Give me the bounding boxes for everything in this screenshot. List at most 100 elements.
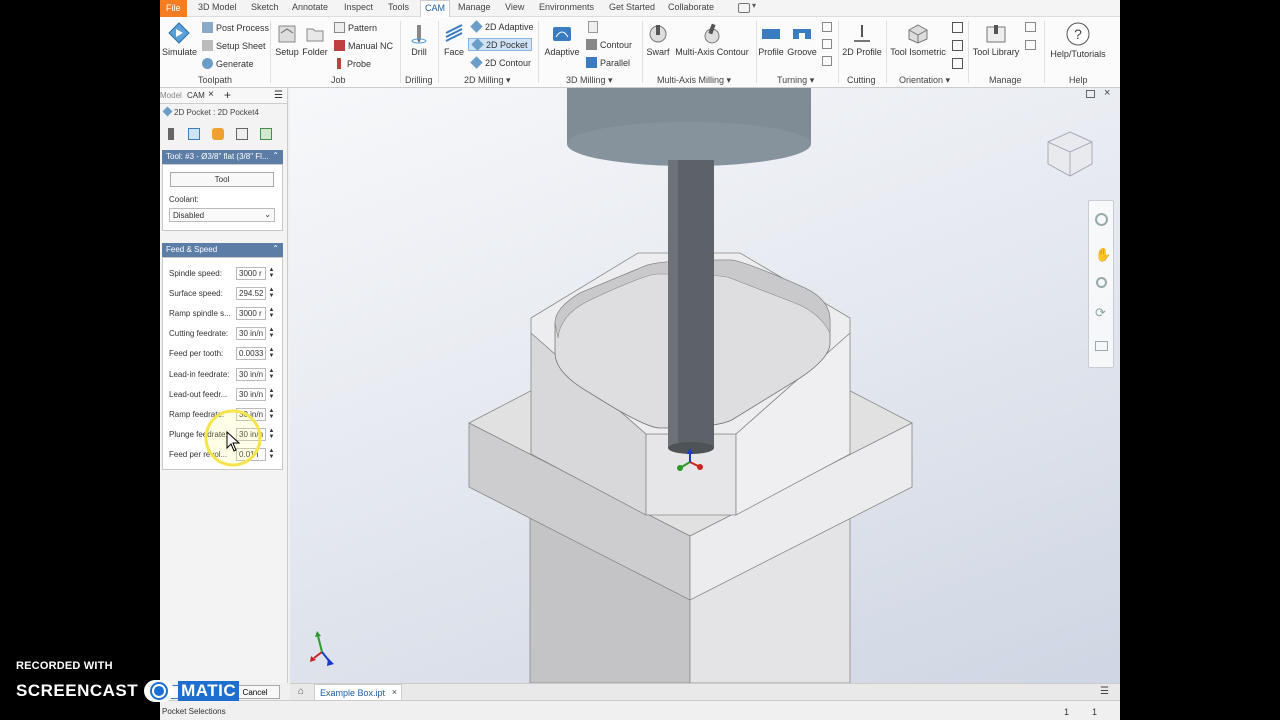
menu-tab-get-started[interactable]: Get Started — [609, 2, 655, 12]
spinner-icon[interactable]: ▲ ▼ — [267, 267, 276, 280]
zoom-icon[interactable] — [1096, 277, 1107, 288]
folder-label: Folder — [302, 47, 328, 57]
add-tab-icon[interactable]: + — [224, 88, 231, 102]
coolant-select[interactable]: Disabled ⌄ — [169, 208, 275, 222]
tool-select-button[interactable]: Tool — [170, 172, 274, 187]
3d-extra-icon[interactable] — [588, 21, 598, 33]
look-at-icon[interactable] — [1095, 341, 1108, 351]
manual-nc-button[interactable]: Manual NC — [334, 40, 393, 51]
passes-tab-icon[interactable] — [236, 128, 248, 140]
pattern-button[interactable]: Pattern — [334, 22, 377, 33]
linking-tab-icon[interactable] — [260, 128, 272, 140]
spinner-icon[interactable]: ▲ ▼ — [267, 368, 276, 381]
menu-tab-tools[interactable]: Tools — [388, 2, 409, 12]
close-icon[interactable]: × — [392, 687, 397, 697]
close-icon[interactable]: × — [208, 89, 214, 100]
restore-icon[interactable] — [1086, 90, 1095, 98]
orientation-icon-1[interactable] — [952, 22, 963, 33]
tab-cam[interactable]: CAM — [187, 91, 205, 100]
3d-viewport[interactable]: × ✋ ⟳ — [290, 88, 1120, 683]
group-label-turning[interactable]: Turning ▾ — [777, 75, 814, 86]
cutting-feedrate-input[interactable]: 30 in/n — [236, 327, 266, 340]
spinner-icon[interactable]: ▲ ▼ — [267, 327, 276, 340]
hamburger-menu-icon[interactable]: ☰ — [274, 90, 283, 101]
tool-tab-icon[interactable] — [168, 128, 174, 140]
orientation-icon-2[interactable] — [952, 40, 963, 51]
groove-button[interactable]: Groove — [787, 23, 817, 57]
adaptive-button[interactable]: Adaptive — [544, 23, 580, 57]
2d-profile-button[interactable]: 2D Profile — [840, 23, 884, 57]
group-label-multi-axis[interactable]: Multi-Axis Milling ▾ — [657, 75, 731, 86]
spinner-icon[interactable]: ▲ ▼ — [267, 287, 276, 300]
tool-library-button[interactable]: Tool Library — [970, 23, 1022, 57]
close-icon[interactable]: × — [1104, 88, 1110, 99]
ramp-spindle-speed-input[interactable]: 3000 r — [236, 307, 266, 320]
menu-tab-environments[interactable]: Environments — [539, 2, 594, 12]
menu-tab-sketch[interactable]: Sketch — [251, 2, 279, 12]
group-label-3d-milling[interactable]: 3D Milling ▾ — [566, 75, 613, 86]
generate-button[interactable]: Generate — [202, 58, 254, 69]
heights-tab-icon[interactable] — [212, 128, 224, 140]
tool-isometric-button[interactable]: Tool Isometric — [888, 23, 948, 57]
feed-per-tooth-input[interactable]: 0.0033 — [236, 347, 266, 360]
turning-extra-icon-2[interactable] — [822, 39, 832, 49]
menu-tab-manage[interactable]: Manage — [458, 2, 491, 12]
manage-icon-2[interactable] — [1025, 40, 1036, 50]
lead-out-feedrate-input[interactable]: 30 in/n — [236, 388, 266, 401]
help-tutorials-button[interactable]: ? Help/Tutorials — [1046, 21, 1110, 59]
spindle-speed-label: Spindle speed: — [169, 269, 222, 278]
2d-pocket-button[interactable]: 2D Pocket — [468, 38, 532, 51]
feed-speed-header[interactable]: Feed & Speed ⌃ — [162, 243, 283, 257]
menu-tab-view[interactable]: View — [505, 2, 524, 12]
geometry-tab-icon[interactable] — [188, 128, 200, 140]
collapse-icon[interactable]: ⌃ — [272, 244, 279, 253]
watermark-line1: RECORDED WITH — [16, 660, 113, 672]
menu-tab-annotate[interactable]: Annotate — [292, 2, 328, 12]
menu-tab-cam[interactable]: CAM — [420, 0, 450, 18]
setup-button[interactable]: Setup — [274, 23, 300, 57]
menu-tab-file[interactable]: File — [160, 0, 187, 17]
parallel-button[interactable]: Parallel — [586, 57, 630, 68]
tab-model[interactable]: Model — [160, 91, 182, 100]
2d-contour-button[interactable]: 2D Contour — [470, 56, 531, 69]
spinner-icon[interactable]: ▲ ▼ — [267, 307, 276, 320]
spinner-icon[interactable]: ▲ ▼ — [267, 388, 276, 401]
document-tab[interactable]: Example Box.ipt × — [314, 684, 402, 701]
drill-button[interactable]: Drill — [406, 23, 432, 57]
menu-tab-collaborate[interactable]: Collaborate — [668, 2, 714, 12]
setup-sheet-button[interactable]: Setup Sheet — [202, 40, 266, 51]
chevron-down-icon[interactable]: ▾ — [752, 1, 756, 10]
surface-speed-input[interactable]: 294.52 — [236, 287, 266, 300]
hamburger-menu-icon[interactable]: ☰ — [1100, 686, 1109, 697]
tool-section-header[interactable]: Tool: #3 - Ø3/8" flat (3/8" Fl... ⌃ — [162, 150, 283, 164]
spindle-speed-input[interactable]: 3000 r — [236, 267, 266, 280]
steering-wheel-icon[interactable] — [1095, 213, 1108, 226]
quick-access-icon[interactable] — [738, 3, 750, 13]
post-process-button[interactable]: Post Process — [202, 22, 269, 33]
lead-in-feedrate-input[interactable]: 30 in/n — [236, 368, 266, 381]
simulate-button[interactable]: Simulate — [162, 21, 197, 57]
contour-button[interactable]: Contour — [586, 39, 632, 50]
orientation-icon-3[interactable] — [952, 58, 963, 69]
turning-extra-icon-3[interactable] — [822, 56, 832, 66]
spinner-icon[interactable]: ▲ ▼ — [267, 347, 276, 360]
folder-button[interactable]: Folder — [301, 23, 329, 57]
collapse-icon[interactable]: ⌃ — [272, 151, 279, 160]
swarf-button[interactable]: Swarf — [644, 23, 672, 57]
multi-axis-contour-button[interactable]: Multi-Axis Contour — [673, 23, 751, 57]
turning-profile-button[interactable]: Profile — [757, 23, 785, 57]
probe-button[interactable]: Probe — [334, 58, 371, 69]
menu-tab-inspect[interactable]: Inspect — [344, 2, 373, 12]
pan-hand-icon[interactable]: ✋ — [1095, 247, 1111, 263]
manage-icon-1[interactable] — [1025, 22, 1036, 32]
face-button[interactable]: Face — [442, 23, 466, 57]
menu-tab-3d-model[interactable]: 3D Model — [198, 2, 237, 12]
turning-extra-icon-1[interactable] — [822, 22, 832, 32]
orbit-icon[interactable]: ⟳ — [1095, 305, 1106, 321]
group-label-2d-milling[interactable]: 2D Milling ▾ — [464, 75, 511, 86]
viewcube[interactable] — [1044, 128, 1096, 180]
home-icon[interactable]: ⌂ — [298, 686, 304, 697]
group-label-2d-milling-text: 2D Milling — [464, 75, 504, 85]
group-label-orientation[interactable]: Orientation ▾ — [899, 75, 950, 86]
2d-adaptive-button[interactable]: 2D Adaptive — [470, 20, 534, 33]
